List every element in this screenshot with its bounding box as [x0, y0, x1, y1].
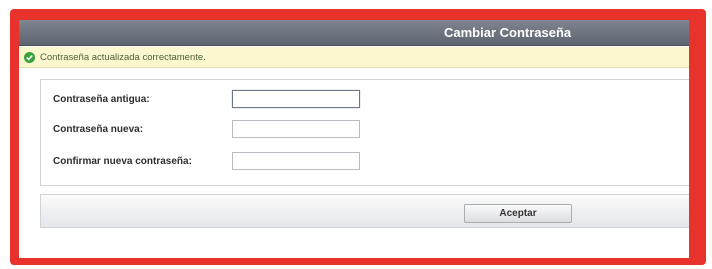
password-form: Contraseña antigua: Contraseña nueva: Co…	[40, 79, 689, 186]
new-password-label: Contraseña nueva:	[53, 124, 144, 135]
new-password-input[interactable]	[232, 120, 360, 138]
notice-message: Contraseña actualizada correctamente.	[40, 52, 206, 63]
accept-button[interactable]: Aceptar	[464, 204, 572, 223]
check-circle-icon	[24, 52, 35, 63]
old-password-label: Contraseña antigua:	[53, 94, 150, 105]
confirm-password-input[interactable]	[232, 152, 360, 170]
success-notice: Contraseña actualizada correctamente.	[19, 47, 689, 68]
dialog-titlebar: Cambiar Contraseña	[19, 20, 689, 46]
dialog-title: Cambiar Contraseña	[444, 25, 572, 40]
change-password-dialog: Cambiar Contraseña Contraseña actualizad…	[19, 20, 689, 258]
old-password-input[interactable]	[232, 90, 360, 108]
confirm-password-label: Confirmar nueva contraseña:	[53, 156, 192, 167]
action-bar: Aceptar	[40, 194, 689, 228]
